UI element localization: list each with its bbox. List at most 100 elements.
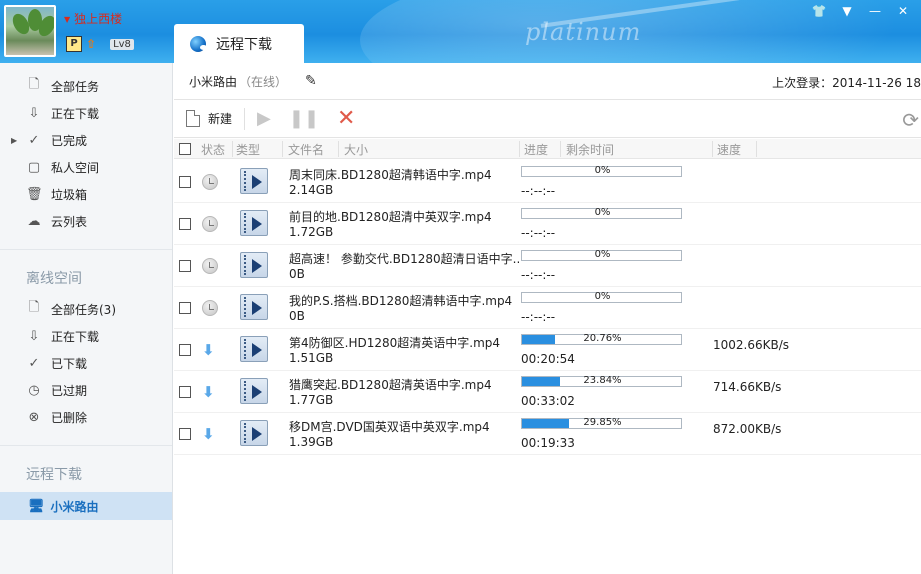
close-icon[interactable]: ✕ [895,4,911,18]
row-checkbox[interactable] [179,386,191,398]
pause-button[interactable]: ❚❚ [289,108,319,129]
waiting-clock-icon [202,174,218,190]
table-row[interactable]: ⬇ 猎鹰突起.BD1280超清英语中字.mp4 1.77GB 23.84% 00:33:… [174,371,921,413]
avatar[interactable] [4,5,56,57]
sidebar-item-label: 全部任务(3) [51,302,116,317]
table-row[interactable]: ⬇ 移DM宫.DVD国英双语中英双字.mp4 1.39GB 29.85% 00:19:3… [174,413,921,455]
skin-shirt-icon[interactable]: 👕 [811,4,827,18]
new-doc-icon [186,110,200,127]
sidebar-item-label: 私人空间 [51,160,100,175]
sidebar-item-xiaomi-router[interactable]: 🖥 小米路由 [0,492,172,520]
new-task-button[interactable]: 新建 [186,110,232,127]
sidebar-item-offline-downloading[interactable]: ⇩ 正在下载 [0,323,172,349]
column-type[interactable]: 类型 [236,141,260,158]
sidebar-item-offline-downloaded[interactable]: ✓ 已下载 [0,350,172,376]
new-task-label: 新建 [208,112,233,126]
sidebar-item-completed[interactable]: ▶ ✓ 已完成 [0,127,172,153]
user-name-dropdown[interactable]: ▼ 独上西楼 [64,10,122,27]
menu-dropdown-icon[interactable]: ▼ [839,4,855,18]
column-divider [712,141,713,157]
sidebar-item-label: 已删除 [51,410,88,425]
progress-bar: 29.85% [521,417,682,429]
tab-remote-download[interactable]: 远程下载 [174,24,304,63]
column-filename[interactable]: 文件名 [288,141,324,158]
select-all-checkbox[interactable] [179,143,191,155]
column-divider [232,141,233,157]
table-row[interactable]: ⬇ 第4防御区.HD1280超清英语中字.mp4 1.51GB 20.76% 00:20… [174,329,921,371]
sidebar-item-cloud-list[interactable]: ☁ 云列表 [0,208,172,234]
file-size: 0B [289,267,305,281]
download-speed: 1002.66KB/s [713,338,790,352]
video-file-icon [240,210,268,236]
file-name: 猎鹰突起.BD1280超清英语中字.mp4 [289,378,492,392]
user-name: 独上西楼 [74,12,123,26]
sidebar-item-offline-deleted[interactable]: ⊗ 已删除 [0,404,172,430]
sidebar: 🗋 全部任务 ⇩ 正在下载 ▶ ✓ 已完成 ▢ 私人空间 🗑 垃圾箱 ☁ 云列表 离线空间 … [0,63,173,574]
file-name: 超高速！ 参勤交代.BD1280超清日语中字... [289,252,519,266]
progress-text: 0% [594,249,611,260]
sidebar-item-downloading[interactable]: ⇩ 正在下载 [0,100,172,126]
table-row[interactable]: 我的P.S.搭档.BD1280超清韩语中字.mp4 0B 0% --:--:-- [174,287,921,329]
sidebar-item-label: 垃圾箱 [51,187,88,202]
waiting-clock-icon [202,216,218,232]
row-checkbox[interactable] [179,176,191,188]
sidebar-item-label: 云列表 [51,214,88,229]
expand-caret-icon[interactable]: ▶ [11,136,17,145]
progress-bar: 23.84% [521,375,682,387]
tab-label: 远程下载 [216,36,272,53]
doc-icon: 🗋 [28,300,40,315]
cloud-icon: ☁ [27,213,41,229]
edit-icon[interactable]: ✎ [305,73,317,89]
row-checkbox[interactable] [179,260,191,272]
progress-text: 0% [594,165,611,176]
check-icon: ✓ [28,355,40,371]
check-icon: ✓ [28,132,40,148]
table-row[interactable]: 前目的地.BD1280超清中英双字.mp4 1.72GB 0% --:--:-- [174,203,921,245]
file-size: 1.51GB [289,351,334,365]
sidebar-item-all-tasks[interactable]: 🗋 全部任务 [0,73,172,99]
minimize-icon[interactable]: — [867,4,883,18]
sidebar-item-private-space[interactable]: ▢ 私人空间 [0,154,172,180]
remaining-time: --:--:-- [521,268,556,282]
column-status[interactable]: 状态 [201,141,225,158]
delete-button[interactable]: ✕ [337,106,355,131]
title-bar: ▼ 独上西楼 P ⇧ Lv8 platinum 👕 ▼ — ✕ 远程下载 [0,0,921,63]
downloading-arrow-icon: ⬇ [202,341,215,359]
column-divider [338,141,339,157]
vip-badge-icon[interactable]: P [66,36,82,52]
device-bar: 小米路由 （在线） ✎ 上次登录：2014-11-26 18: [174,63,921,100]
toolbar: 新建 ▶ ❚❚ ✕ ⟳ [174,100,921,138]
table-row[interactable]: 超高速！ 参勤交代.BD1280超清日语中字... 0B 0% --:--:-- [174,245,921,287]
column-size[interactable]: 大小 [344,141,368,158]
remaining-time: 00:20:54 [521,352,575,366]
upgrade-arrow-icon[interactable]: ⇧ [86,37,96,51]
column-speed[interactable]: 速度 [717,141,741,158]
sidebar-item-offline-expired[interactable]: ◷ 已过期 [0,377,172,403]
sidebar-item-offline-all[interactable]: 🗋 全部任务(3) [0,296,172,322]
file-name: 前目的地.BD1280超清中英双字.mp4 [289,210,492,224]
column-remaining[interactable]: 剩余时间 [566,141,614,158]
downloading-arrow-icon: ⬇ [202,383,215,401]
file-name: 第4防御区.HD1280超清英语中字.mp4 [289,336,501,350]
platinum-watermark: platinum [525,18,642,46]
progress-text: 23.84% [583,375,622,386]
user-badges: P ⇧ Lv8 [66,36,134,52]
row-checkbox[interactable] [179,344,191,356]
progress-text: 29.85% [583,417,622,428]
start-button[interactable]: ▶ [257,108,271,129]
column-divider [560,141,561,157]
row-checkbox[interactable] [179,218,191,230]
row-checkbox[interactable] [179,428,191,440]
level-badge: Lv8 [110,38,134,50]
row-checkbox[interactable] [179,302,191,314]
section-title-remote: 远程下载 [26,467,82,483]
sidebar-item-trash[interactable]: 🗑 垃圾箱 [0,181,172,207]
clock-icon: ◷ [28,382,40,398]
table-row[interactable]: 周末同床.BD1280超清韩语中字.mp4 2.14GB 0% --:--:-- [174,161,921,203]
router-device-icon: 🖥 [28,498,45,514]
column-progress[interactable]: 进度 [524,141,548,158]
device-status: （在线） [239,74,288,89]
download-speed: 872.00KB/s [713,422,782,436]
video-file-icon [240,336,268,362]
refresh-icon[interactable]: ⟳ [902,108,919,132]
